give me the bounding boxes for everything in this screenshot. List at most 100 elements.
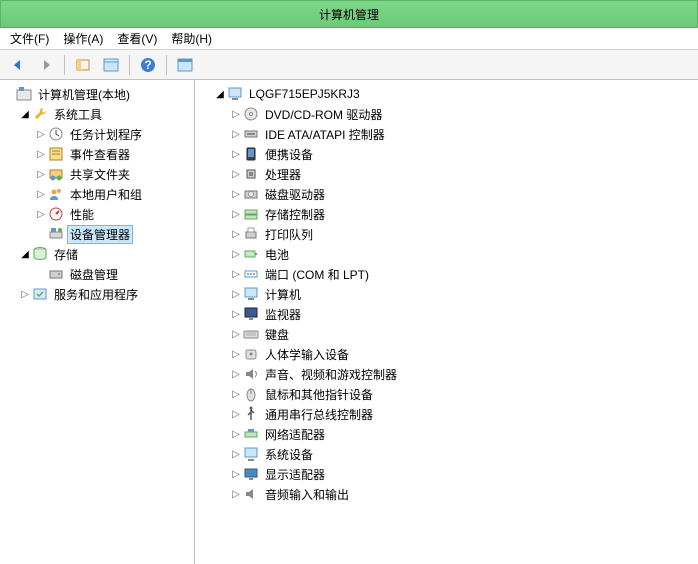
device-category-label: 显示适配器 bbox=[262, 465, 328, 484]
expand-arrow-icon[interactable]: ▷ bbox=[229, 227, 243, 241]
ports-icon bbox=[243, 266, 259, 282]
device-category-processor[interactable]: ▷ 处理器 bbox=[195, 164, 698, 184]
mmc-icon bbox=[16, 86, 32, 102]
show-hide-tree-button[interactable] bbox=[71, 53, 95, 77]
device-category-system-device[interactable]: ▷ 系统设备 bbox=[195, 444, 698, 464]
tree-shared-folders[interactable]: ▷ 共享文件夹 bbox=[0, 164, 194, 184]
expand-arrow-icon[interactable]: ▷ bbox=[229, 187, 243, 201]
device-category-label: 磁盘驱动器 bbox=[262, 185, 328, 204]
expand-arrow-icon[interactable]: ▷ bbox=[229, 447, 243, 461]
expand-arrow-icon[interactable]: ▷ bbox=[229, 387, 243, 401]
menu-file[interactable]: 文件(F) bbox=[10, 30, 49, 47]
expand-arrow-icon[interactable]: ▷ bbox=[229, 407, 243, 421]
hid-icon bbox=[243, 346, 259, 362]
tree-local-users[interactable]: ▷ 本地用户和组 bbox=[0, 184, 194, 204]
body: ▷ 计算机管理(本地) ◢ 系统工具 ▷ 任务计划程序 ▷ 事件查看器 ▷ 共享… bbox=[0, 80, 698, 564]
keyboard-icon bbox=[243, 326, 259, 342]
storage-controller-icon bbox=[243, 206, 259, 222]
tree-root-computer-mgmt[interactable]: ▷ 计算机管理(本地) bbox=[0, 84, 194, 104]
device-category-label: 监视器 bbox=[262, 305, 304, 324]
menu-view[interactable]: 查看(V) bbox=[117, 30, 157, 47]
menu-action[interactable]: 操作(A) bbox=[63, 30, 103, 47]
expand-arrow-icon[interactable]: ▷ bbox=[229, 367, 243, 381]
expand-arrow-icon[interactable]: ▷ bbox=[229, 247, 243, 261]
device-category-mouse[interactable]: ▷ 鼠标和其他指针设备 bbox=[195, 384, 698, 404]
device-category-storage-controller[interactable]: ▷ 存储控制器 bbox=[195, 204, 698, 224]
device-category-label: 处理器 bbox=[262, 165, 304, 184]
display-adapter-icon bbox=[243, 466, 259, 482]
help-button[interactable]: ? bbox=[136, 53, 160, 77]
print-queue-icon bbox=[243, 226, 259, 242]
expand-arrow-icon[interactable]: ▷ bbox=[229, 487, 243, 501]
expand-arrow-icon[interactable]: ▷ bbox=[229, 167, 243, 181]
device-category-disk-drive[interactable]: ▷ 磁盘驱动器 bbox=[195, 184, 698, 204]
event-icon bbox=[48, 146, 64, 162]
device-category-battery[interactable]: ▷电池 bbox=[195, 244, 698, 264]
device-category-label: 系统设备 bbox=[262, 445, 316, 464]
expand-arrow-icon[interactable]: ▷ bbox=[229, 107, 243, 121]
users-icon bbox=[48, 186, 64, 202]
mouse-icon bbox=[243, 386, 259, 402]
tree-performance[interactable]: ▷ 性能 bbox=[0, 204, 194, 224]
toolbar-separator bbox=[64, 55, 65, 75]
expand-arrow-icon[interactable]: ▷ bbox=[229, 327, 243, 341]
performance-icon bbox=[48, 206, 64, 222]
device-category-print-queue[interactable]: ▷ 打印队列 bbox=[195, 224, 698, 244]
device-category-label: 声音、视频和游戏控制器 bbox=[262, 365, 400, 384]
ide-controller-icon bbox=[243, 126, 259, 142]
computer-icon bbox=[227, 86, 243, 102]
expand-arrow-icon[interactable]: ▷ bbox=[229, 307, 243, 321]
device-category-ide-controller[interactable]: ▷IDE ATA/ATAPI 控制器 bbox=[195, 124, 698, 144]
tree-event-viewer[interactable]: ▷ 事件查看器 bbox=[0, 144, 194, 164]
expand-arrow-icon[interactable]: ▷ bbox=[229, 467, 243, 481]
menu-help[interactable]: 帮助(H) bbox=[171, 30, 212, 47]
tree-disk-management[interactable]: ▷ 磁盘管理 bbox=[0, 264, 194, 284]
tree-device-manager[interactable]: ▷ 设备管理器 bbox=[0, 224, 194, 244]
wrench-icon bbox=[32, 106, 48, 122]
device-category-label: 网络适配器 bbox=[262, 425, 328, 444]
device-category-portable-device[interactable]: ▷便携设备 bbox=[195, 144, 698, 164]
window-title: 计算机管理 bbox=[319, 6, 379, 23]
device-category-label: 存储控制器 bbox=[262, 205, 328, 224]
device-tree-root[interactable]: ◢ LQGF715EPJ5KRJ3 bbox=[195, 84, 698, 104]
sound-controller-icon bbox=[243, 366, 259, 382]
left-tree-pane: ▷ 计算机管理(本地) ◢ 系统工具 ▷ 任务计划程序 ▷ 事件查看器 ▷ 共享… bbox=[0, 80, 195, 564]
expand-arrow-icon[interactable]: ▷ bbox=[229, 127, 243, 141]
battery-icon bbox=[243, 246, 259, 262]
tree-task-scheduler[interactable]: ▷ 任务计划程序 bbox=[0, 124, 194, 144]
device-category-display-adapter[interactable]: ▷ 显示适配器 bbox=[195, 464, 698, 484]
device-category-label: 端口 (COM 和 LPT) bbox=[262, 265, 372, 284]
services-icon bbox=[32, 286, 48, 302]
expand-arrow-icon[interactable]: ▷ bbox=[229, 147, 243, 161]
device-category-sound-controller[interactable]: ▷ 声音、视频和游戏控制器 bbox=[195, 364, 698, 384]
device-category-dvd-drive[interactable]: ▷ DVD/CD-ROM 驱动器 bbox=[195, 104, 698, 124]
device-category-label: 鼠标和其他指针设备 bbox=[262, 385, 376, 404]
expand-arrow-icon[interactable]: ▷ bbox=[229, 347, 243, 361]
audio-io-icon bbox=[243, 486, 259, 502]
dvd-drive-icon bbox=[243, 106, 259, 122]
device-category-keyboard[interactable]: ▷键盘 bbox=[195, 324, 698, 344]
system-device-icon bbox=[243, 446, 259, 462]
expand-arrow-icon[interactable]: ▷ bbox=[229, 287, 243, 301]
expand-arrow-icon[interactable]: ▷ bbox=[229, 267, 243, 281]
device-category-computer[interactable]: ▷计算机 bbox=[195, 284, 698, 304]
device-manager-icon bbox=[48, 226, 64, 242]
device-category-audio-io[interactable]: ▷音频输入和输出 bbox=[195, 484, 698, 504]
tree-services-apps[interactable]: ▷ 服务和应用程序 bbox=[0, 284, 194, 304]
device-category-label: 打印队列 bbox=[262, 225, 316, 244]
device-category-hid[interactable]: ▷人体学输入设备 bbox=[195, 344, 698, 364]
view-button[interactable] bbox=[173, 53, 197, 77]
properties-button[interactable] bbox=[99, 53, 123, 77]
tree-system-tools[interactable]: ◢ 系统工具 bbox=[0, 104, 194, 124]
device-category-usb-controller[interactable]: ▷通用串行总线控制器 bbox=[195, 404, 698, 424]
expand-arrow-icon[interactable]: ▷ bbox=[229, 427, 243, 441]
device-category-ports[interactable]: ▷ 端口 (COM 和 LPT) bbox=[195, 264, 698, 284]
expand-arrow-icon[interactable]: ▷ bbox=[229, 207, 243, 221]
forward-button[interactable] bbox=[34, 53, 58, 77]
device-category-monitor[interactable]: ▷ 监视器 bbox=[195, 304, 698, 324]
tree-storage[interactable]: ◢ 存储 bbox=[0, 244, 194, 264]
disk-drive-icon bbox=[243, 186, 259, 202]
device-category-network-adapter[interactable]: ▷ 网络适配器 bbox=[195, 424, 698, 444]
device-category-label: DVD/CD-ROM 驱动器 bbox=[262, 105, 385, 124]
back-button[interactable] bbox=[6, 53, 30, 77]
